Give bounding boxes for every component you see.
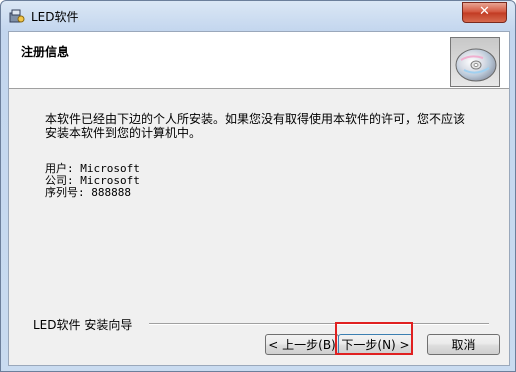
license-notice: 本软件已经由下边的个人所安装。如果您没有取得使用本软件的许可，您不应该安装本软件… (45, 112, 466, 140)
cd-disc-icon (450, 37, 500, 87)
title-bar: LED软件 ✕ (1, 1, 515, 31)
cancel-button[interactable]: 取消 (427, 334, 500, 355)
serial-line: 序列号: 888888 (45, 186, 131, 199)
wizard-brand-label: LED软件 安装向导 (33, 318, 133, 332)
close-icon: ✕ (479, 4, 490, 19)
installer-window: LED软件 ✕ 注册信息 本软件已经由下边的个人所安装。如果您没有取得使用本软件… (0, 0, 516, 372)
footer-divider (149, 323, 489, 325)
wizard-header: 注册信息 (9, 32, 509, 89)
close-button[interactable]: ✕ (462, 2, 507, 23)
next-button-highlight (335, 322, 413, 355)
installer-app-icon (9, 9, 25, 23)
registration-info: 用户: Microsoft 公司: Microsoft 序列号: 888888 (45, 163, 140, 199)
page-title: 注册信息 (21, 45, 70, 59)
wizard-client-area: 注册信息 本软件已经由下边的个人所安装。如果您没有取得使用本软件的许可，您不应该… (8, 31, 510, 366)
window-title: LED软件 (31, 10, 79, 24)
back-button[interactable]: < 上一步(B) (265, 334, 339, 355)
